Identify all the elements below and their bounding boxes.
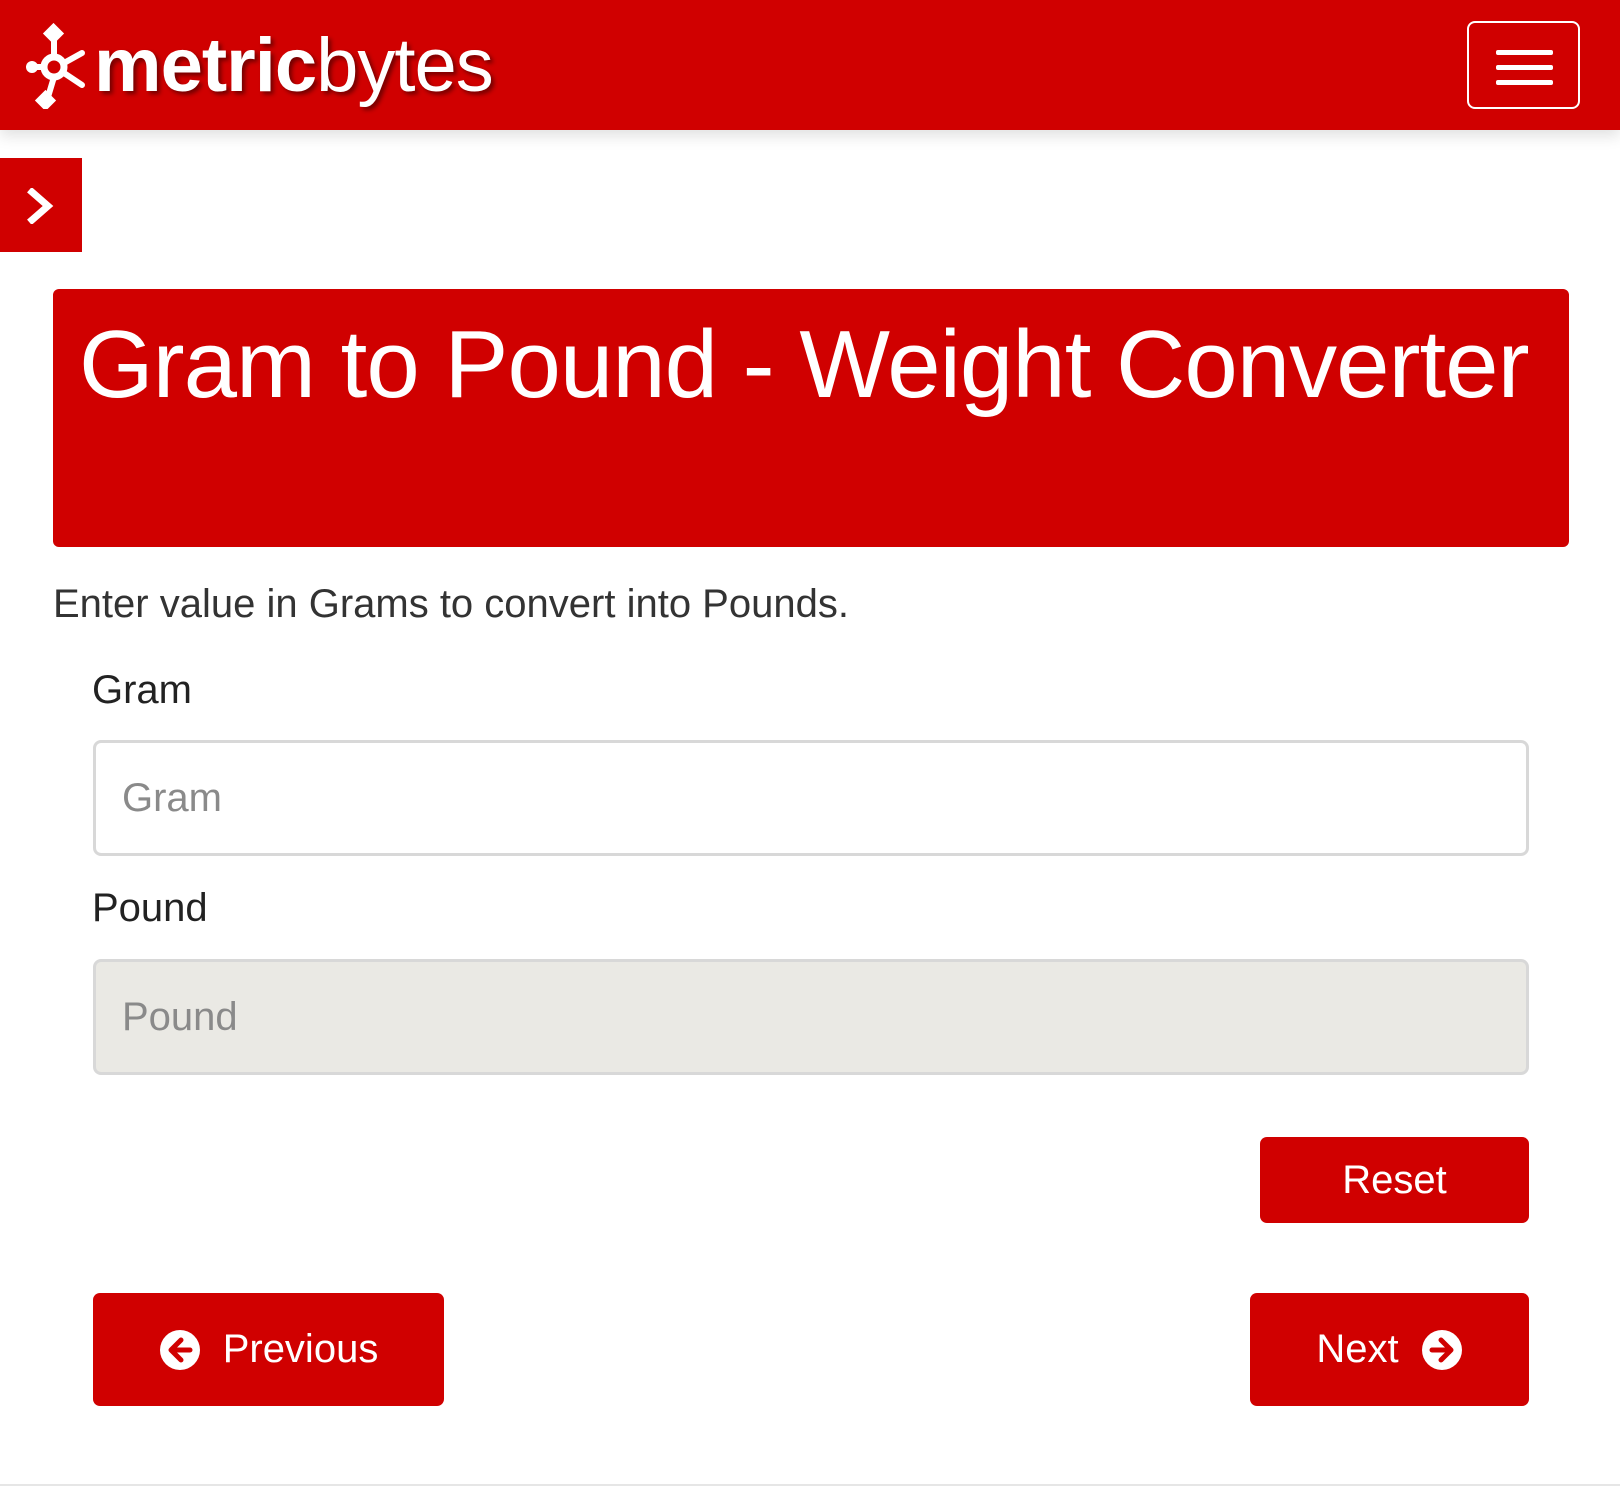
arrow-circle-left-icon [159,1329,200,1370]
logo-text: metricbytes [94,28,494,104]
logo-text-light: bytes [316,23,494,108]
top-navbar: metricbytes [0,0,1620,130]
next-button-label: Next [1316,1327,1399,1371]
next-button[interactable]: Next [1250,1293,1529,1406]
reset-button-label: Reset [1342,1157,1447,1202]
menu-toggle-button[interactable] [1467,21,1580,109]
intro-text: Enter value in Grams to convert into Pou… [53,582,849,626]
gram-input[interactable] [93,740,1529,856]
page-title: Gram to Pound - Weight Converter [79,311,1530,418]
logo-text-bold: metric [94,23,317,108]
site-logo[interactable]: metricbytes [26,18,494,114]
gram-label: Gram [92,668,192,712]
logo-mark-icon [26,23,85,109]
previous-button[interactable]: Previous [93,1293,444,1406]
previous-button-label: Previous [222,1327,379,1371]
arrow-circle-right-icon [1421,1329,1462,1370]
reset-button[interactable]: Reset [1260,1137,1529,1223]
pound-output-field[interactable] [93,959,1529,1075]
pound-label: Pound [92,886,208,930]
page-title-banner: Gram to Pound - Weight Converter [53,289,1569,547]
sidebar-toggle-button[interactable] [0,158,82,252]
chevron-right-icon [27,188,54,224]
